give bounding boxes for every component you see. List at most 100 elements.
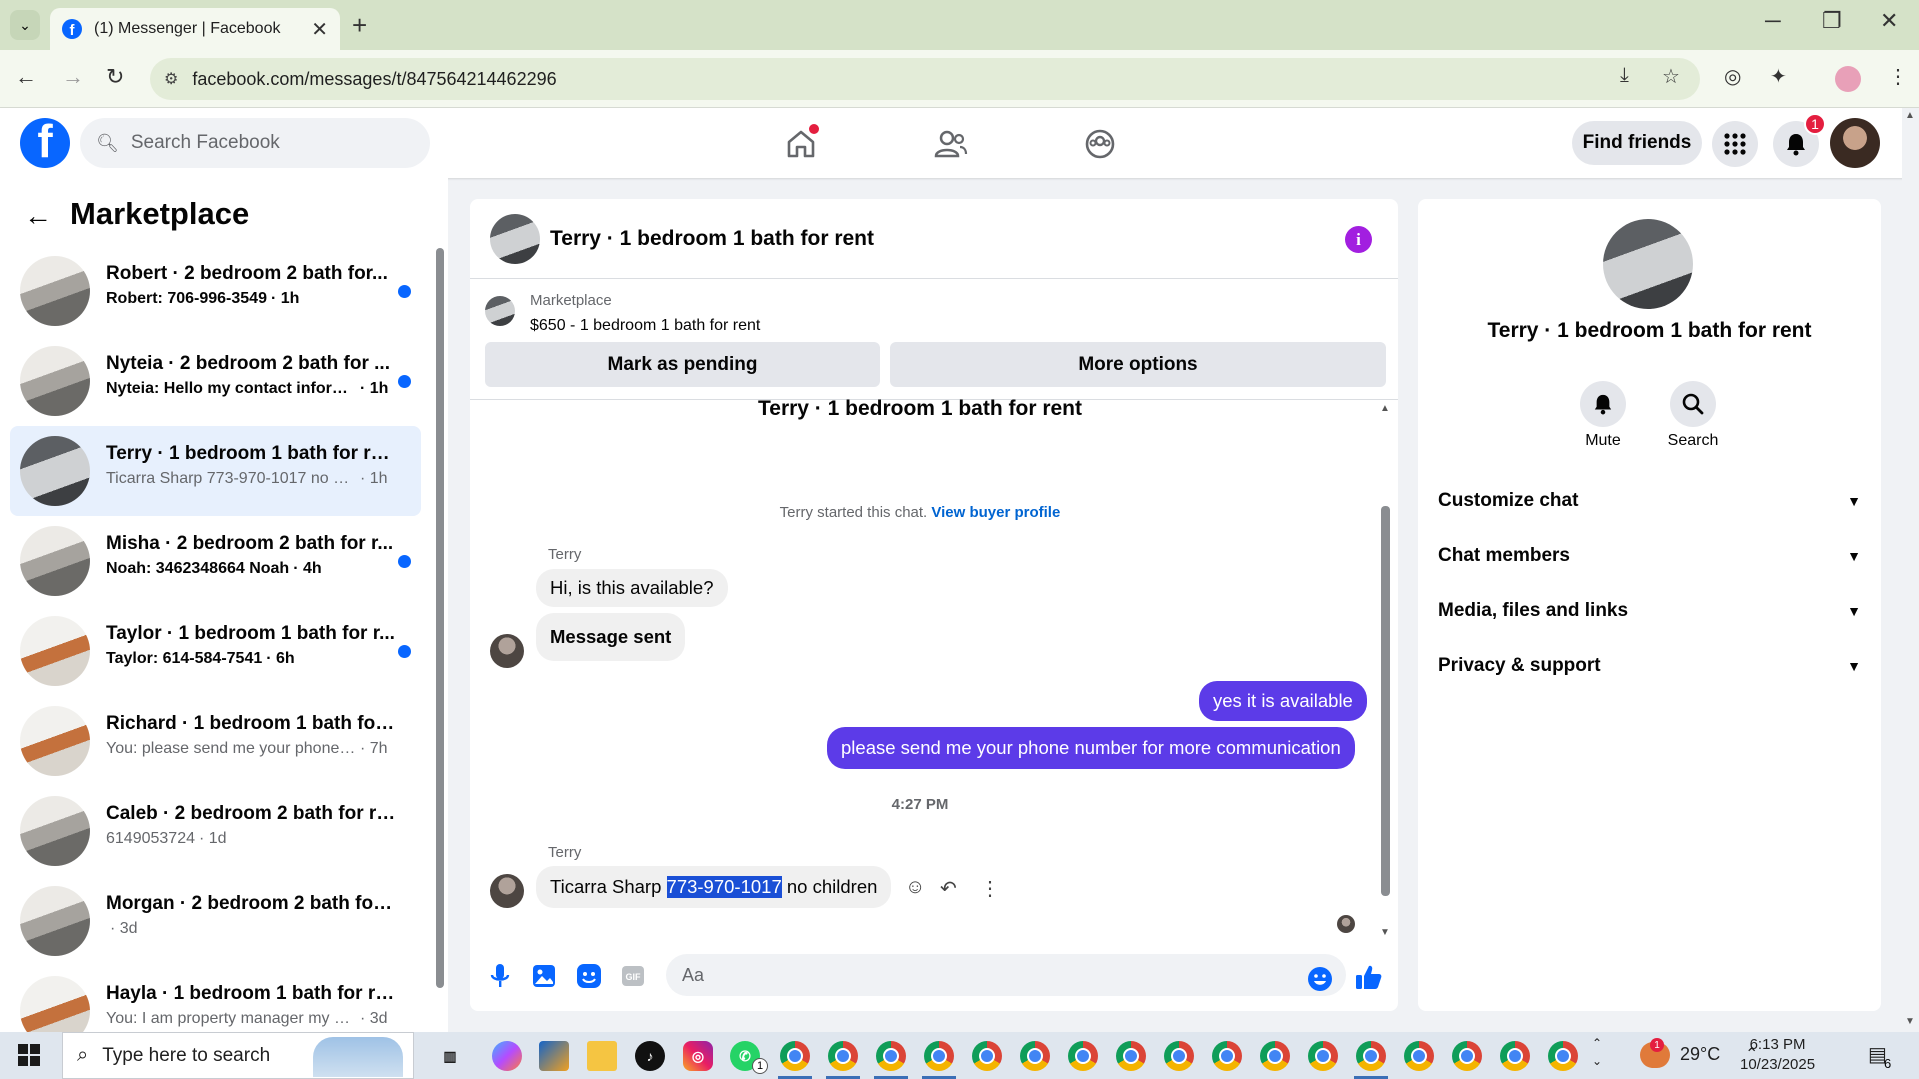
home-icon[interactable] [779,122,823,166]
view-buyer-profile-link[interactable]: View buyer profile [931,504,1060,521]
reload-icon[interactable]: ↻ [106,64,124,90]
customize-chat-section[interactable]: Customize chat ▼ [1438,481,1861,521]
weather-temperature[interactable]: 29°C [1680,1044,1720,1065]
browser-menu-icon[interactable]: ⋮ [1888,64,1908,89]
mute-bell-icon[interactable] [1580,381,1626,427]
menu-grid-icon[interactable] [1712,121,1758,167]
conversation-item[interactable]: Robert · 2 bedroom 2 bath for... Robert: … [10,246,421,336]
translate-globe-icon[interactable]: ◎ [1724,64,1741,89]
facebook-logo-icon[interactable]: f [20,118,70,168]
conversation-scrollbar-thumb[interactable] [436,248,444,988]
friends-icon[interactable] [929,122,973,166]
conversation-scrollbar[interactable] [434,246,444,1006]
search-conversation-icon[interactable] [1670,381,1716,427]
close-window-button[interactable]: ✕ [1880,8,1898,34]
page-scroll-down-icon[interactable]: ▼ [1905,1016,1915,1027]
chrome-window-icon[interactable] [876,1041,906,1071]
profile-avatar-icon[interactable] [1835,66,1861,92]
install-app-icon[interactable]: ⤓ [1620,64,1629,87]
thumbs-up-icon[interactable] [1354,962,1384,992]
conversation-item[interactable]: Nyteia · 2 bedroom 2 bath for ... Nyteia:… [10,336,421,426]
photo-icon[interactable] [529,961,559,991]
message-input[interactable]: Aa [666,954,1346,996]
sender-avatar[interactable] [490,634,524,668]
find-friends-button[interactable]: Find friends [1572,121,1702,165]
windows-start-icon[interactable] [18,1044,40,1066]
listing-thumbnail[interactable] [485,296,515,326]
url-field[interactable]: ⚙ facebook.com/messages/t/84756421446229… [150,58,1700,100]
tray-overflow-down-icon[interactable]: ⌄ [1592,1054,1602,1068]
media-files-links-section[interactable]: Media, files and links ▼ [1438,591,1861,631]
scroll-up-icon[interactable]: ▲ [1380,403,1390,414]
highlighted-phone-number[interactable]: 773-970-1017 [666,876,782,898]
extensions-icon[interactable]: ✦ [1770,64,1787,89]
chrome-window-icon[interactable] [828,1041,858,1071]
chrome-window-icon[interactable] [780,1041,810,1071]
tab-search-dropdown[interactable]: ⌄ [10,10,40,40]
conversation-item[interactable]: Caleb · 2 bedroom 2 bath for rent 6149053… [10,786,421,876]
close-tab-icon[interactable]: ✕ [311,17,328,42]
chrome-window-icon[interactable] [1452,1041,1482,1071]
reply-icon[interactable]: ↶ [940,876,957,901]
more-actions-icon[interactable]: ⋮ [980,876,1000,901]
browser-tab[interactable]: f (1) Messenger | Facebook ✕ [50,8,340,50]
restore-button[interactable]: ❐ [1822,8,1842,34]
chat-avatar[interactable] [490,214,540,264]
incoming-message[interactable]: Message sent [536,613,686,661]
chrome-window-icon[interactable] [972,1041,1002,1071]
outgoing-message[interactable]: yes it is available [1199,681,1367,721]
chat-scrollbar-thumb[interactable] [1381,506,1390,896]
chrome-window-icon[interactable] [1164,1041,1194,1071]
incoming-message[interactable]: Hi, is this available? [536,569,728,607]
page-scroll-up-icon[interactable]: ▲ [1905,110,1915,121]
chrome-window-icon[interactable] [1356,1041,1386,1071]
sticker-icon[interactable] [574,961,604,991]
sender-avatar[interactable] [490,874,524,908]
tray-overflow-up-icon[interactable]: ⌃ [1592,1036,1602,1050]
chrome-window-icon[interactable] [1020,1041,1050,1071]
listing-price-title[interactable]: $650 - 1 bedroom 1 bath for rent [530,317,760,335]
taskbar-search-input[interactable]: ⌕ Type here to search [62,1032,414,1079]
mark-as-pending-button[interactable]: Mark as pending [485,342,880,387]
react-emoji-icon[interactable]: ☺ [905,876,925,899]
back-arrow-icon[interactable]: ← [24,200,52,232]
copilot-icon[interactable] [492,1041,522,1071]
account-avatar[interactable] [1830,118,1880,168]
chat-scrollbar[interactable]: ▲ ▼ [1380,403,1390,938]
chrome-window-icon[interactable] [1404,1041,1434,1071]
chat-title[interactable]: Terry · 1 bedroom 1 bath for rent [550,227,874,251]
more-options-button[interactable]: More options [890,342,1386,387]
back-icon[interactable]: ← [15,64,37,90]
privacy-support-section[interactable]: Privacy & support ▼ [1438,646,1861,686]
conversation-item[interactable]: Taylor · 1 bedroom 1 bath for r... Taylor… [10,606,421,696]
tiktok-icon[interactable]: ♪ [635,1041,665,1071]
chrome-window-icon[interactable] [1068,1041,1098,1071]
instagram-icon[interactable]: ◎ [683,1041,713,1071]
page-scrollbar[interactable]: ▲ ▼ [1902,108,1919,1032]
conversation-item[interactable]: Richard · 1 bedroom 1 bath for r... You: … [10,696,421,786]
conversation-item[interactable]: Hayla · 1 bedroom 1 bath for rent You: I … [10,966,421,1032]
chrome-window-icon[interactable] [1308,1041,1338,1071]
chrome-window-icon[interactable] [1116,1041,1146,1071]
chrome-window-icon[interactable] [1500,1041,1530,1071]
gif-icon[interactable]: GIF [618,961,648,991]
forward-icon[interactable]: → [62,64,84,90]
microsoft-store-icon[interactable] [539,1041,569,1071]
details-avatar[interactable] [1603,219,1693,309]
chat-members-section[interactable]: Chat members ▼ [1438,536,1861,576]
chrome-window-icon[interactable] [1212,1041,1242,1071]
minimize-button[interactable]: ─ [1765,8,1781,34]
chrome-window-icon[interactable] [1548,1041,1578,1071]
new-tab-button[interactable]: + [352,10,367,41]
conversation-item[interactable]: Terry · 1 bedroom 1 bath for rent Ticarra… [10,426,421,516]
info-icon[interactable]: i [1345,226,1372,253]
bookmark-star-icon[interactable]: ☆ [1662,64,1680,89]
incoming-message[interactable]: Ticarra Sharp 773-970-1017 no children [536,866,892,908]
chrome-window-icon[interactable] [1260,1041,1290,1071]
outgoing-message[interactable]: please send me your phone number for mor… [827,727,1355,769]
taskbar-clock[interactable]: 6:13 PM 10/23/2025 [1740,1035,1815,1075]
task-view-icon[interactable]: ▥ [435,1041,465,1071]
scroll-down-icon[interactable]: ▼ [1380,927,1390,938]
emoji-icon[interactable] [1305,964,1335,994]
file-explorer-icon[interactable] [587,1041,617,1071]
